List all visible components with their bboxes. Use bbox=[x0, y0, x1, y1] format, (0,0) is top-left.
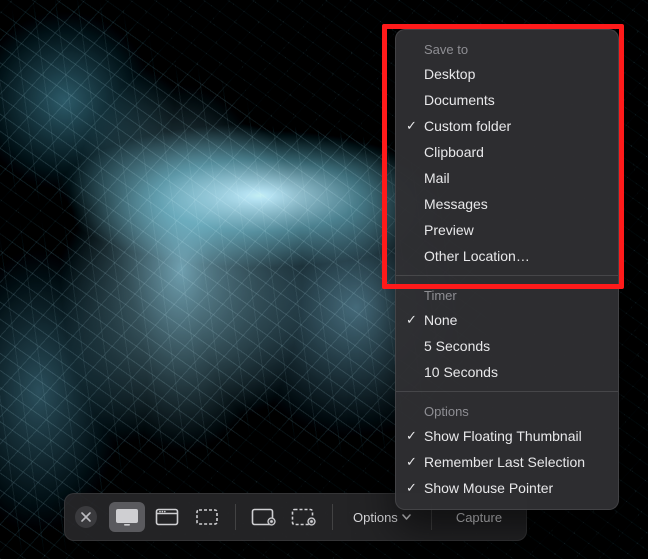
window-icon bbox=[155, 508, 179, 526]
menu-item-other-location[interactable]: Other Location… bbox=[396, 243, 618, 269]
record-screen-icon bbox=[251, 508, 277, 526]
menu-item-preview[interactable]: Preview bbox=[396, 217, 618, 243]
screen-icon bbox=[115, 508, 139, 526]
checkmark-icon: ✓ bbox=[406, 310, 417, 330]
menu-item-floating-thumbnail[interactable]: ✓Show Floating Thumbnail bbox=[396, 423, 618, 449]
menu-item-custom-folder[interactable]: ✓Custom folder bbox=[396, 113, 618, 139]
record-selection-button[interactable] bbox=[286, 502, 322, 532]
menu-item-timer-none[interactable]: ✓None bbox=[396, 307, 618, 333]
menu-item-clipboard[interactable]: Clipboard bbox=[396, 139, 618, 165]
capture-selection-button[interactable] bbox=[189, 502, 225, 532]
menu-item-desktop[interactable]: Desktop bbox=[396, 61, 618, 87]
capture-window-button[interactable] bbox=[149, 502, 185, 532]
checkmark-icon: ✓ bbox=[406, 452, 417, 472]
record-selection-icon bbox=[291, 508, 317, 526]
close-button[interactable] bbox=[75, 506, 97, 528]
toolbar-separator bbox=[332, 504, 333, 530]
menu-item-documents[interactable]: Documents bbox=[396, 87, 618, 113]
options-button-label: Options bbox=[353, 510, 398, 525]
menu-divider bbox=[396, 391, 618, 392]
selection-icon bbox=[195, 508, 219, 526]
menu-item-show-pointer[interactable]: ✓Show Mouse Pointer bbox=[396, 475, 618, 501]
capture-entire-screen-button[interactable] bbox=[109, 502, 145, 532]
chevron-down-icon bbox=[402, 514, 411, 520]
checkmark-icon: ✓ bbox=[406, 478, 417, 498]
menu-header-options: Options bbox=[396, 398, 618, 423]
menu-item-timer-5s[interactable]: 5 Seconds bbox=[396, 333, 618, 359]
menu-header-save-to: Save to bbox=[396, 36, 618, 61]
close-icon bbox=[81, 512, 91, 522]
menu-divider bbox=[396, 275, 618, 276]
checkmark-icon: ✓ bbox=[406, 426, 417, 446]
options-menu: Save to Desktop Documents ✓Custom folder… bbox=[395, 29, 619, 510]
record-entire-screen-button[interactable] bbox=[246, 502, 282, 532]
capture-button-label: Capture bbox=[456, 510, 502, 525]
checkmark-icon: ✓ bbox=[406, 116, 417, 136]
menu-item-mail[interactable]: Mail bbox=[396, 165, 618, 191]
menu-item-timer-10s[interactable]: 10 Seconds bbox=[396, 359, 618, 385]
toolbar-separator bbox=[235, 504, 236, 530]
menu-header-timer: Timer bbox=[396, 282, 618, 307]
menu-item-messages[interactable]: Messages bbox=[396, 191, 618, 217]
menu-item-remember-selection[interactable]: ✓Remember Last Selection bbox=[396, 449, 618, 475]
